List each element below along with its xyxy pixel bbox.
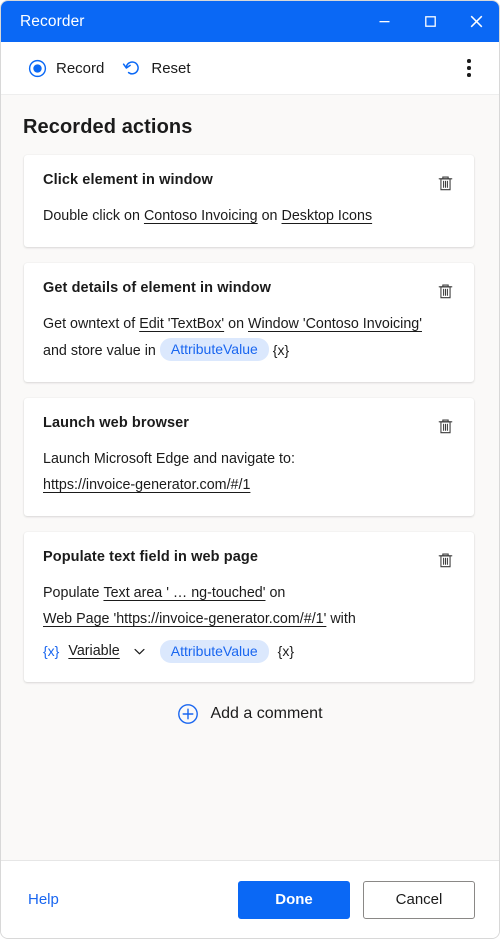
variable-selector-row: {x} Variable AttributeValue {x} (43, 638, 455, 664)
done-button[interactable]: Done (238, 880, 350, 919)
close-button[interactable] (453, 1, 499, 42)
action-card[interactable]: Click element in window Double click on C… (24, 155, 474, 247)
action-title: Populate text field in web page (43, 549, 258, 565)
action-title: Get details of element in window (43, 280, 271, 296)
trash-icon (438, 553, 452, 567)
reset-icon (123, 61, 140, 75)
action-text: on (261, 208, 278, 224)
variable-pill[interactable]: AttributeValue (159, 337, 269, 361)
action-description: Populate Text area ' … ng-touched' on Web … (43, 580, 455, 664)
add-comment-button[interactable]: Add a comment (1, 703, 499, 725)
element-link[interactable]: Edit 'TextBox' (139, 316, 224, 332)
element-link[interactable]: Desktop Icons (282, 208, 373, 224)
reset-button[interactable]: Reset (113, 52, 199, 84)
delete-action-button[interactable] (430, 276, 460, 306)
record-icon (28, 59, 47, 77)
action-text: Double click on (43, 208, 140, 224)
action-description: Launch Microsoft Edge and navigate to: h… (43, 446, 455, 498)
cancel-button[interactable]: Cancel (363, 880, 475, 919)
window-controls (361, 1, 499, 42)
more-options-button[interactable] (453, 52, 485, 84)
delete-action-button[interactable] (430, 168, 460, 198)
toolbar: Record Reset (1, 42, 499, 95)
title-bar: Recorder (1, 1, 499, 42)
trash-icon (438, 176, 452, 190)
reset-label: Reset (151, 59, 191, 77)
action-text: with (330, 611, 356, 627)
minimize-button[interactable] (361, 1, 407, 42)
action-text: and store value in (43, 343, 156, 359)
kebab-dot (467, 73, 471, 77)
maximize-icon (424, 16, 436, 27)
chevron-down-icon[interactable] (129, 640, 151, 662)
footer-bar: Help Done Cancel (1, 860, 499, 938)
variable-pill[interactable]: AttributeValue (159, 639, 269, 663)
action-text: Launch Microsoft Edge and navigate to: (43, 451, 295, 467)
delete-action-button[interactable] (430, 545, 460, 575)
page-title: Recorded actions (23, 116, 193, 138)
action-description: Double click on Contoso Invoicing on Deskto… (43, 203, 455, 229)
recorder-window: Recorder Record Reset Recorded actions C… (0, 0, 500, 939)
url-link[interactable]: https://invoice-generator.com/#/1 (43, 477, 250, 493)
trash-icon (438, 284, 452, 298)
maximize-button[interactable] (407, 1, 453, 42)
action-title: Launch web browser (43, 415, 190, 431)
action-text: Populate (43, 585, 100, 601)
plus-circle-icon (178, 704, 199, 724)
element-link[interactable]: Contoso Invoicing (144, 208, 258, 224)
element-link[interactable]: Text area ' … ng-touched' (103, 585, 265, 601)
webpage-link[interactable]: Web Page 'https://invoice-generator.com/… (43, 611, 326, 627)
variable-token: {x} (272, 342, 290, 358)
trash-icon (438, 419, 452, 433)
action-description: Get owntext of Edit 'TextBox' on Window 'Co… (43, 311, 455, 364)
record-button[interactable]: Record (19, 53, 113, 84)
action-text: on (228, 316, 245, 332)
kebab-dot (467, 59, 471, 63)
minimize-icon (379, 21, 389, 23)
action-card[interactable]: Get details of element in window Get own… (24, 263, 474, 382)
content-scroll-area[interactable]: Recorded actions Click element in window… (1, 95, 499, 860)
window-title: Recorder (20, 12, 85, 30)
action-card[interactable]: Launch web browser Launch Microsoft Edge… (24, 398, 474, 516)
action-text: on (269, 585, 286, 601)
help-link[interactable]: Help (28, 891, 59, 908)
record-label: Record (56, 59, 105, 77)
action-card[interactable]: Populate text field in web page Populate… (24, 532, 474, 682)
delete-action-button[interactable] (430, 411, 460, 441)
action-text: Get owntext of (43, 316, 136, 332)
element-link[interactable]: Window 'Contoso Invoicing' (248, 316, 422, 332)
kebab-dot (467, 66, 471, 70)
close-icon (470, 15, 482, 28)
variable-token: {x} (277, 643, 295, 659)
variable-token-blue: {x} (43, 643, 60, 659)
action-title: Click element in window (43, 172, 213, 188)
variable-type-dropdown[interactable]: Variable (68, 638, 119, 664)
add-comment-label: Add a comment (210, 705, 323, 722)
